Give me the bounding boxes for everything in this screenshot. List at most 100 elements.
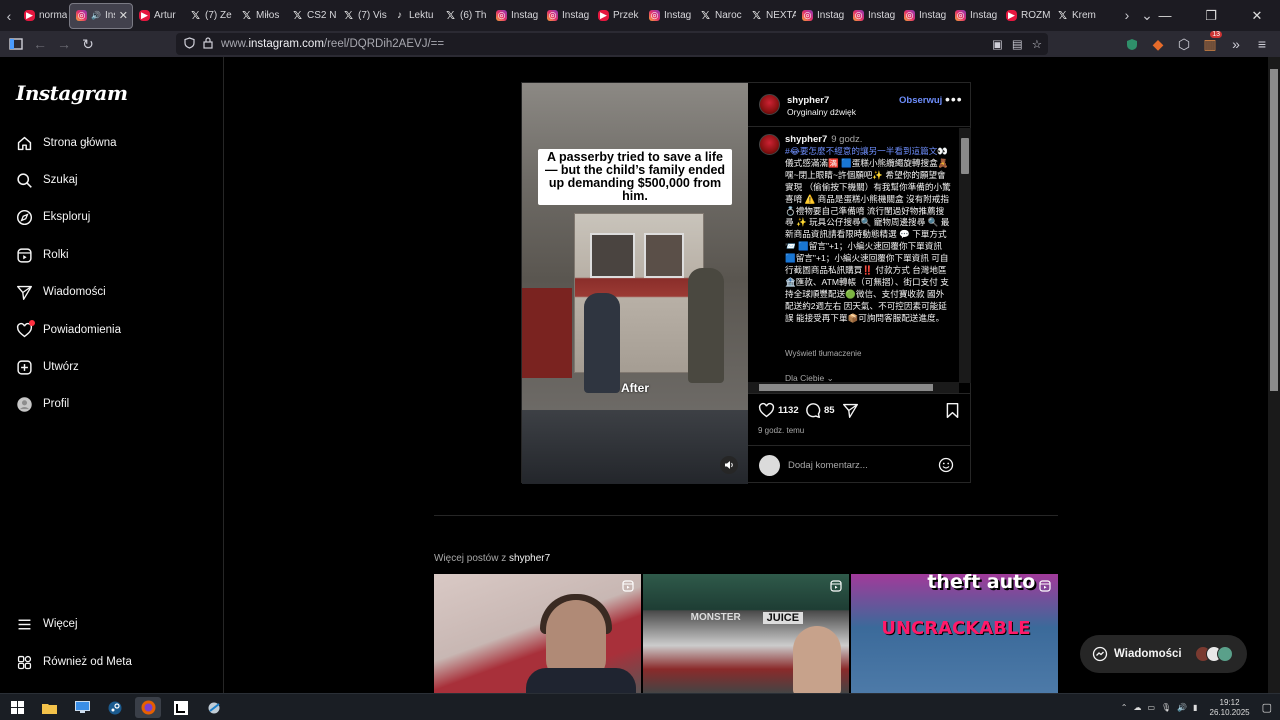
browser-tab[interactable]: ◎ Instag bbox=[541, 3, 592, 29]
network-icon[interactable]: ▭ bbox=[1147, 703, 1155, 712]
notifications-icon[interactable]: ▢ bbox=[1262, 701, 1272, 714]
page-scrollbar[interactable] bbox=[1268, 57, 1280, 693]
snipping-tool-icon[interactable] bbox=[201, 697, 227, 718]
restore-icon[interactable]: ❐ bbox=[1188, 0, 1234, 31]
sidebar-item-profile[interactable]: Profil bbox=[16, 392, 69, 416]
author-username[interactable]: shypher7 bbox=[787, 95, 829, 106]
shield-extension-icon[interactable] bbox=[1122, 33, 1142, 55]
bookmark-star-icon[interactable]: ☆ bbox=[1032, 37, 1042, 51]
browser-tab[interactable]: 𝕏 NEXTA bbox=[745, 3, 796, 29]
comment-username[interactable]: shypher7 9 godz. bbox=[785, 134, 862, 145]
sidebar-item-explore[interactable]: Eksploruj bbox=[16, 205, 90, 229]
browser-tab[interactable]: 𝕏 (7) Ze bbox=[184, 3, 235, 29]
tab-audio-icon[interactable]: 🔊 bbox=[91, 11, 101, 20]
post-time-ago[interactable]: 9 godz. temu bbox=[758, 426, 804, 435]
more-options-icon[interactable]: ••• bbox=[945, 91, 963, 107]
reel-video[interactable]: A passerby tried to save a life — but th… bbox=[522, 83, 748, 484]
minimize-icon[interactable]: — bbox=[1142, 0, 1188, 31]
follow-button[interactable]: Obserwuj bbox=[899, 95, 942, 106]
sidebar-item-create[interactable]: Utwórz bbox=[16, 355, 79, 379]
messages-popup-button[interactable]: Wiadomości bbox=[1080, 635, 1247, 673]
sidebar-item-meta[interactable]: Również od Meta bbox=[16, 650, 132, 674]
tray-overflow-icon[interactable]: ⌃ bbox=[1121, 703, 1128, 712]
browser-tab[interactable]: ◎ Instag bbox=[847, 3, 898, 29]
close-window-icon[interactable]: ✕ bbox=[1234, 0, 1280, 31]
lock-icon[interactable] bbox=[203, 36, 213, 52]
reader-view-icon[interactable]: ▤ bbox=[1012, 37, 1023, 51]
browser-tab[interactable]: ◎ Instag bbox=[643, 3, 694, 29]
browser-tab[interactable]: 𝕏 CS2 N bbox=[286, 3, 337, 29]
sidebar-item-more[interactable]: Więcej bbox=[16, 612, 78, 636]
share-button[interactable] bbox=[842, 402, 859, 419]
author-avatar[interactable] bbox=[759, 94, 780, 115]
browser-tab[interactable]: 𝕏 Miłos bbox=[235, 3, 286, 29]
sidebar-item-label: Profil bbox=[43, 398, 70, 410]
see-translation-link[interactable]: Wyświetl tłumaczenie bbox=[785, 349, 861, 358]
browser-tab[interactable]: ▶ norma bbox=[18, 3, 69, 29]
screenshot-icon[interactable]: ▣ bbox=[992, 37, 1003, 51]
tabs-scroll-left-icon[interactable]: ‹ bbox=[0, 2, 18, 30]
fox-extension-icon[interactable]: ◆ bbox=[1148, 33, 1168, 55]
scrollbar-thumb[interactable] bbox=[961, 138, 969, 174]
browser-tab[interactable]: ▶ Przek bbox=[592, 3, 643, 29]
comment-button[interactable]: 85 bbox=[804, 402, 835, 419]
scrollbar-thumb[interactable] bbox=[759, 384, 933, 391]
tracking-protection-icon[interactable] bbox=[184, 36, 195, 52]
browser-tab[interactable]: ◎ Instag bbox=[490, 3, 541, 29]
tabs-scroll-right-icon[interactable]: › bbox=[1118, 1, 1136, 29]
browser-tab[interactable]: 𝕏 Krem bbox=[1051, 3, 1102, 29]
scrollbar-thumb[interactable] bbox=[1270, 69, 1278, 391]
clock[interactable]: 19:12 26.10.2025 bbox=[1210, 698, 1250, 718]
post-thumbnail[interactable] bbox=[434, 574, 641, 693]
address-bar[interactable]: www.instagram.com/reel/DQRDih2AEVJ/== ▣ … bbox=[176, 33, 1048, 55]
close-tab-icon[interactable]: ✕ bbox=[119, 9, 128, 22]
sidebar-item-notifications[interactable]: Powiadomienia bbox=[16, 318, 121, 342]
cloud-icon[interactable]: ☁ bbox=[1133, 703, 1141, 712]
browser-tab[interactable]: 𝕏 Naroc bbox=[694, 3, 745, 29]
overflow-chevron-icon[interactable]: » bbox=[1226, 33, 1246, 55]
back-icon[interactable]: ← bbox=[28, 33, 52, 55]
sidebar-item-messages[interactable]: Wiadomości bbox=[16, 280, 106, 304]
browser-tab[interactable]: ◎ Instag bbox=[796, 3, 847, 29]
browser-tab[interactable]: ◎ Instag bbox=[898, 3, 949, 29]
firefox-icon[interactable] bbox=[135, 697, 161, 718]
volume-icon[interactable]: 🔊 bbox=[1177, 703, 1187, 712]
start-button[interactable] bbox=[4, 697, 30, 718]
audio-label[interactable]: Oryginalny dźwięk bbox=[787, 107, 856, 117]
reload-icon[interactable]: ↻ bbox=[76, 33, 100, 55]
browser-tab[interactable]: 𝕏 (6) Th bbox=[439, 3, 490, 29]
comment-avatar[interactable] bbox=[759, 134, 780, 155]
this-pc-icon[interactable] bbox=[69, 697, 95, 718]
browser-tab[interactable]: ▶ ROZM bbox=[1000, 3, 1051, 29]
microphone-icon[interactable]: 🎙 bbox=[1161, 703, 1171, 712]
more-posts-username[interactable]: shypher7 bbox=[509, 553, 550, 564]
file-explorer-icon[interactable] bbox=[36, 697, 62, 718]
steam-icon[interactable] bbox=[102, 697, 128, 718]
browser-tab[interactable]: ◎ Instag bbox=[949, 3, 1000, 29]
like-button[interactable]: 1132 bbox=[758, 402, 799, 419]
sidebar-item-home[interactable]: Strona główna bbox=[16, 131, 117, 155]
browser-tab[interactable]: ▶ Artur bbox=[133, 3, 184, 29]
forward-icon[interactable]: → bbox=[52, 33, 76, 55]
emoji-icon[interactable] bbox=[938, 457, 954, 473]
sidebar-item-search[interactable]: Szukaj bbox=[16, 168, 78, 192]
browser-tab[interactable]: ♪ Lektu bbox=[388, 3, 439, 29]
save-button[interactable] bbox=[944, 402, 961, 419]
tray-app-icon[interactable]: ▮ bbox=[1193, 703, 1197, 712]
add-comment-input[interactable]: Dodaj komentarz... bbox=[788, 460, 868, 471]
post-thumbnail[interactable]: MONSTER JUICE bbox=[642, 574, 850, 693]
post-thumbnail[interactable]: theft auto UNCRACKABLE bbox=[851, 574, 1059, 693]
sidebar-toggle-icon[interactable] bbox=[4, 33, 28, 55]
comments-vertical-scrollbar[interactable] bbox=[959, 128, 971, 383]
browser-tab[interactable]: 𝕏 (7) Vis bbox=[337, 3, 388, 29]
badge-extension-icon[interactable]: ▥ 13 bbox=[1200, 31, 1222, 55]
comments-horizontal-scrollbar[interactable] bbox=[748, 382, 959, 393]
app-icon[interactable] bbox=[168, 697, 194, 718]
volume-button[interactable] bbox=[720, 456, 738, 474]
extensions-icon[interactable]: ⬡ bbox=[1174, 33, 1194, 55]
instagram-logo[interactable]: Instagram bbox=[16, 81, 128, 105]
sidebar-item-reels[interactable]: Rolki bbox=[16, 243, 69, 267]
caption-hashtag[interactable]: #😂要怎麼不經意的讓另一半看到這篇文 bbox=[785, 146, 937, 156]
app-menu-icon[interactable]: ≡ bbox=[1252, 33, 1272, 55]
tab-active[interactable]: ◎ 🔊Insta ✕ bbox=[69, 2, 133, 29]
